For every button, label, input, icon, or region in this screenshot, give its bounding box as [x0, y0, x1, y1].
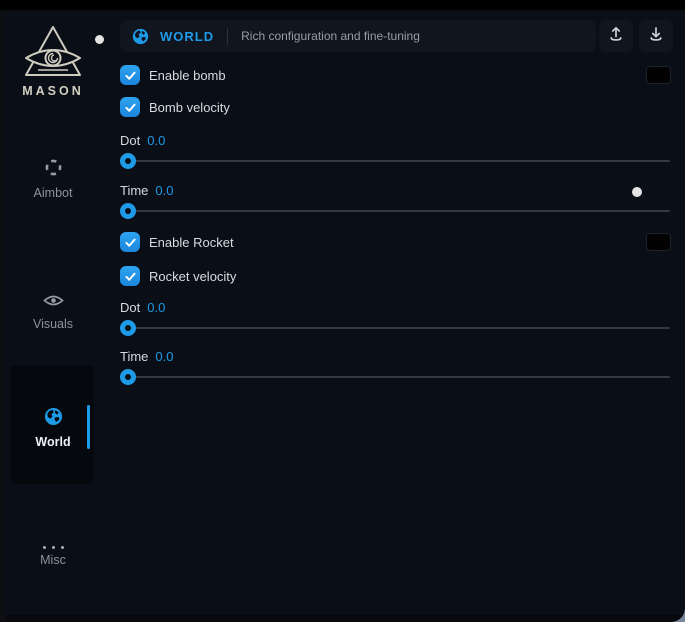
sidebar-item-label: Aimbot: [6, 186, 100, 200]
sidebar-item-label: Visuals: [6, 317, 100, 331]
checkbox-row: Rocket velocity: [120, 266, 236, 286]
sidebar-item-visuals[interactable]: Visuals: [6, 293, 100, 331]
cursor-dot: [632, 187, 642, 197]
slider-value: 0.0: [147, 133, 165, 148]
crosshair-icon: [6, 158, 100, 182]
logo-wordmark: MASON: [6, 84, 100, 98]
checkbox-label: Enable bomb: [149, 68, 226, 83]
import-config-button[interactable]: [639, 20, 673, 52]
checkbox-label: Bomb velocity: [149, 100, 230, 115]
sidebar-item-label: World: [6, 435, 100, 449]
slider-label-row: Dot 0.0: [120, 133, 165, 148]
bomb-dot-slider-thumb[interactable]: [120, 153, 136, 169]
window-bottom-edge: [6, 615, 685, 622]
checkbox-row: Enable bomb: [120, 65, 226, 85]
bomb-time-slider-track[interactable]: [120, 210, 670, 212]
slider-label: Time: [120, 183, 148, 198]
mason-logo-icon: [24, 25, 82, 79]
page-subtitle: Rich configuration and fine-tuning: [241, 29, 420, 43]
sidebar: MASON Aimbot Visuals: [6, 10, 106, 622]
rocket-velocity-checkbox[interactable]: [120, 266, 140, 286]
checkbox-label: Enable Rocket: [149, 235, 234, 250]
sidebar-item-aimbot[interactable]: Aimbot: [6, 158, 100, 200]
download-icon: [647, 25, 665, 48]
cursor-dot: [95, 35, 104, 44]
mason-window: MASON Aimbot Visuals: [0, 0, 685, 622]
globe-icon: [6, 407, 100, 431]
eye-icon: [6, 293, 100, 313]
slider-label: Dot: [120, 300, 140, 315]
slider-label-row: Time 0.0: [120, 349, 173, 364]
bomb-velocity-checkbox[interactable]: [120, 97, 140, 117]
rocket-dot-slider-thumb[interactable]: [120, 320, 136, 336]
bomb-dot-slider-track[interactable]: [120, 160, 670, 162]
export-config-button[interactable]: [599, 20, 633, 52]
slider-label-row: Dot 0.0: [120, 300, 165, 315]
rocket-time-slider-thumb[interactable]: [120, 369, 136, 385]
sidebar-item-label: Misc: [6, 553, 100, 567]
checkbox-row: Enable Rocket: [120, 232, 234, 252]
checkbox-row: Bomb velocity: [120, 97, 230, 117]
ellipsis-icon: [6, 540, 100, 549]
globe-icon: [132, 28, 149, 45]
header-divider: [227, 28, 228, 45]
slider-value: 0.0: [155, 349, 173, 364]
window-top-edge: [0, 0, 685, 10]
bomb-time-slider-thumb[interactable]: [120, 203, 136, 219]
enable-rocket-checkbox[interactable]: [120, 232, 140, 252]
slider-label: Time: [120, 349, 148, 364]
rocket-dot-slider-track[interactable]: [120, 327, 670, 329]
page-header: WORLD Rich configuration and fine-tuning: [120, 20, 596, 52]
slider-label-row: Time 0.0: [120, 183, 173, 198]
slider-value: 0.0: [155, 183, 173, 198]
slider-value: 0.0: [147, 300, 165, 315]
checkbox-label: Rocket velocity: [149, 269, 236, 284]
slider-label: Dot: [120, 133, 140, 148]
rocket-time-slider-track[interactable]: [120, 376, 670, 378]
upload-icon: [607, 25, 625, 48]
enable-bomb-checkbox[interactable]: [120, 65, 140, 85]
bomb-color-swatch[interactable]: [646, 66, 671, 84]
sidebar-item-world[interactable]: World: [6, 407, 100, 449]
sidebar-item-misc[interactable]: Misc: [6, 540, 100, 567]
page-title: WORLD: [160, 29, 214, 44]
rocket-color-swatch[interactable]: [646, 233, 671, 251]
